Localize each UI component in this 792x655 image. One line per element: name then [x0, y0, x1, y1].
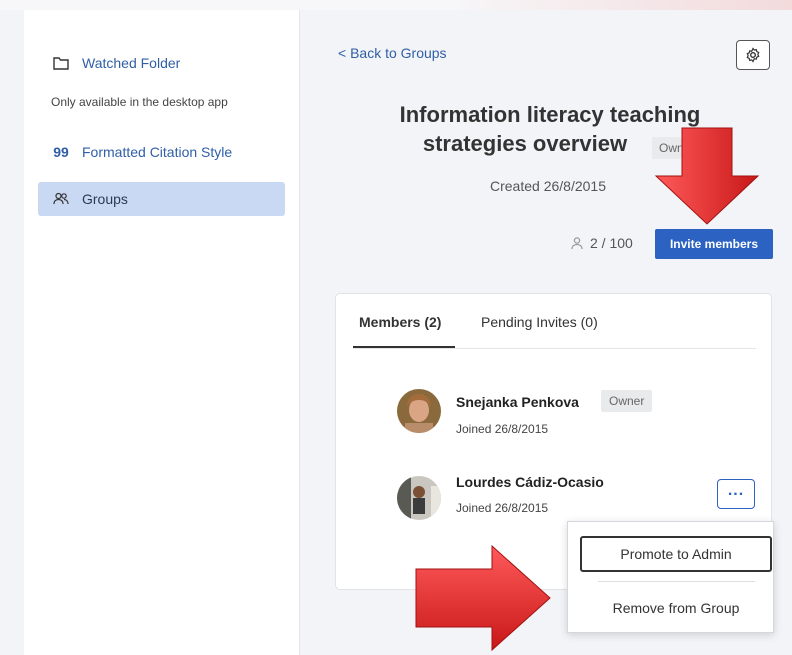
created-date: Created 26/8/2015	[490, 178, 606, 194]
folder-icon	[52, 56, 70, 70]
quote-icon: 99	[53, 144, 69, 160]
avatar	[397, 476, 441, 520]
tab-active-indicator	[353, 346, 455, 348]
sidebar: Watched Folder Only available in the des…	[24, 10, 300, 655]
member-actions-menu: Promote to Admin Remove from Group	[567, 521, 774, 633]
member-name: Lourdes Cádiz-Ocasio	[456, 474, 604, 490]
member-joined-date: Joined 26/8/2015	[456, 422, 549, 436]
member-joined-date: Joined 26/8/2015	[456, 501, 549, 515]
sidebar-item-citation-style[interactable]: 99 Formatted Citation Style	[38, 135, 285, 169]
tab-divider	[353, 348, 756, 349]
desktop-only-note: Only available in the desktop app	[51, 95, 228, 109]
promote-to-admin-item[interactable]: Promote to Admin	[580, 536, 772, 572]
down-arrow-annotation	[654, 127, 760, 225]
member-count-value: 2 / 100	[590, 235, 633, 251]
users-icon	[52, 192, 70, 206]
group-settings-button[interactable]	[736, 40, 770, 70]
group-title-line-2: strategies overview	[422, 131, 628, 156]
gear-icon	[745, 47, 761, 63]
tab-pending-invites[interactable]: Pending Invites (0)	[481, 314, 598, 330]
sidebar-item-groups[interactable]: Groups	[38, 182, 285, 216]
menu-divider	[598, 581, 755, 582]
member-actions-button[interactable]: ...	[717, 479, 755, 509]
remove-from-group-item[interactable]: Remove from Group	[580, 590, 772, 626]
back-to-groups-link[interactable]: < Back to Groups	[338, 45, 447, 61]
sidebar-item-label: Groups	[82, 191, 128, 207]
top-shadow	[440, 0, 792, 10]
more-icon: ...	[727, 482, 745, 499]
member-name: Snejanka Penkova	[456, 394, 579, 410]
member-count: 2 / 100	[570, 235, 633, 251]
group-title-line-1: Information literacy teaching	[399, 102, 701, 127]
invite-members-button[interactable]: Invite members	[655, 229, 773, 259]
avatar	[397, 389, 441, 433]
sidebar-item-watched-folder[interactable]: Watched Folder	[38, 46, 285, 80]
sidebar-item-label: Watched Folder	[82, 55, 181, 71]
user-icon	[570, 236, 584, 250]
right-arrow-annotation	[415, 544, 551, 652]
owner-badge: Owner	[601, 390, 653, 412]
sidebar-item-label: Formatted Citation Style	[82, 144, 233, 160]
tab-members[interactable]: Members (2)	[359, 314, 441, 330]
